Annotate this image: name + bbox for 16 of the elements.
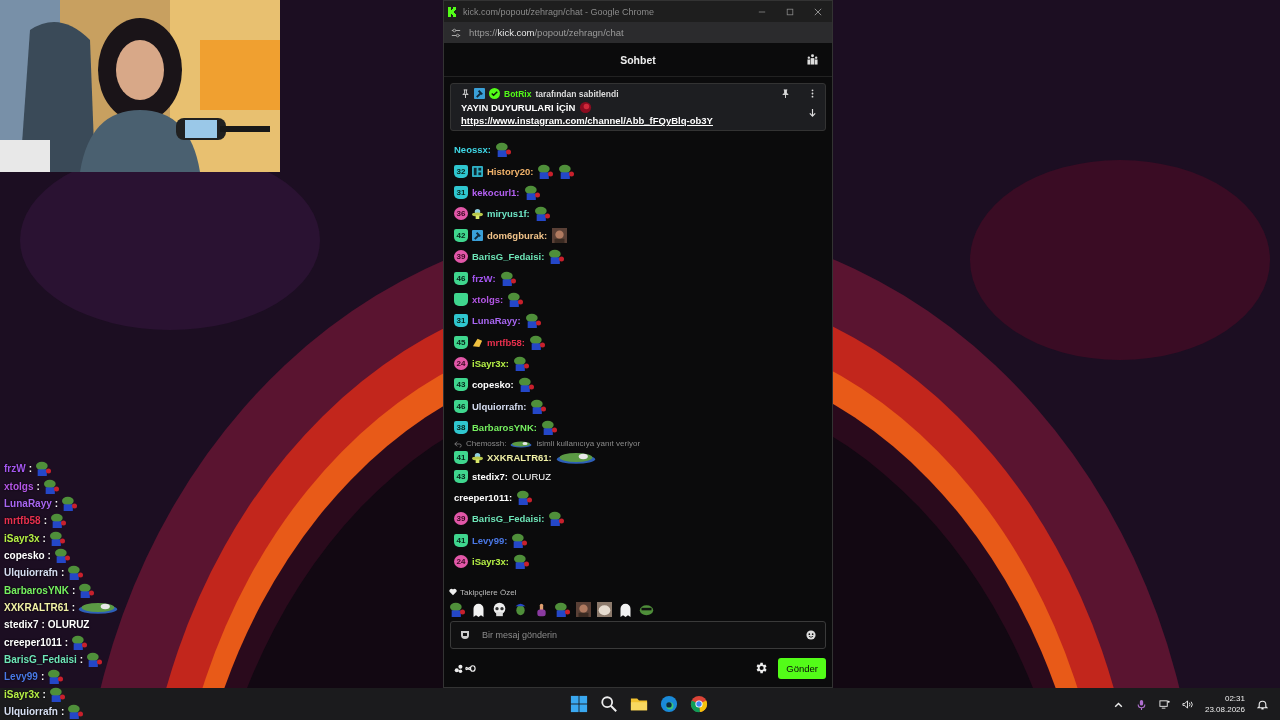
frog-emote-icon	[67, 704, 85, 719]
clock-time[interactable]: 02:31	[1224, 693, 1245, 704]
colon: :	[42, 688, 46, 700]
username: Ulquiorrafn	[4, 706, 58, 717]
microphone-icon[interactable]	[1135, 698, 1147, 710]
notification-bell-icon[interactable]	[1257, 698, 1268, 710]
search-icon[interactable]	[600, 695, 618, 713]
chrome-browser-icon[interactable]	[690, 695, 708, 713]
volume-icon[interactable]	[1181, 698, 1193, 710]
edge-browser-icon[interactable]	[660, 695, 678, 713]
username: iSayr3x	[4, 688, 40, 700]
frog-emote-icon	[48, 686, 66, 702]
clock-date[interactable]: 23.08.2026	[1204, 704, 1245, 715]
start-icon[interactable]	[570, 695, 588, 713]
colon: :	[60, 706, 65, 717]
network-icon[interactable]	[1158, 698, 1170, 710]
